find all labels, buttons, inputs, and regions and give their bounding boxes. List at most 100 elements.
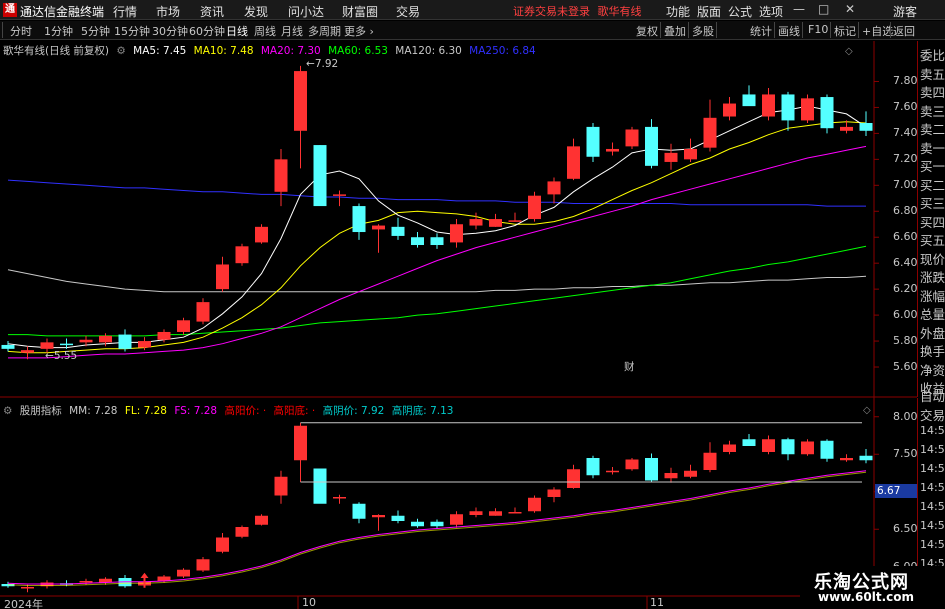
menu-options[interactable]: 选项	[759, 3, 783, 20]
app-logo-icon: 通	[3, 3, 17, 17]
sub-candle-up	[762, 439, 775, 452]
tool-multi-stock[interactable]: 多股	[692, 23, 714, 39]
menu-ask-xiaoda[interactable]: 问小达	[288, 3, 324, 20]
window-close-icon[interactable]: ✕	[845, 2, 855, 16]
sub-candle-down	[859, 455, 873, 461]
menu-formula[interactable]: 公式	[728, 3, 752, 20]
sub-candle-up	[469, 511, 483, 515]
sub-candle-up	[625, 459, 639, 470]
candle-up	[40, 342, 54, 349]
tool-adjust[interactable]: 复权	[636, 23, 658, 39]
candle-down	[645, 126, 658, 166]
menu-news[interactable]: 资讯	[200, 3, 224, 20]
sub-candle-up	[684, 470, 697, 477]
date-label-nov: 11	[650, 596, 664, 609]
candle-down	[586, 126, 600, 157]
sub-candle-down	[313, 468, 327, 504]
finance-marker[interactable]: 财	[624, 359, 635, 374]
candle-down	[781, 94, 795, 121]
login-warning[interactable]: 证券交易未登录 歌华有线	[513, 3, 642, 19]
sub-axis-tick-label: 7.50	[893, 447, 918, 461]
menu-discover[interactable]: 发现	[244, 3, 268, 20]
candle-up	[333, 194, 346, 196]
sub-candle-up	[547, 489, 561, 497]
sub-current-value-tag: 6.67	[875, 484, 917, 498]
trade-info-panel: 自动交易14:5614:5614:5614:5614:5614:5614:561…	[917, 389, 945, 589]
main-axis-tick-label: 7.40	[893, 126, 918, 140]
app-name: 通达信金融终端	[20, 5, 105, 19]
menu-wealth-circle[interactable]: 财富圈	[342, 3, 378, 20]
guest-user[interactable]: 游客	[893, 3, 917, 20]
candle-up	[294, 71, 307, 131]
candle-up	[21, 350, 34, 353]
quote-info-label: 卖一	[920, 140, 945, 156]
period-30min[interactable]: 30分钟	[152, 23, 188, 39]
period-timeshare[interactable]: 分时	[10, 23, 32, 39]
period-15min[interactable]: 15分钟	[114, 23, 150, 39]
sub-candle-up	[216, 537, 229, 552]
candle-up	[723, 103, 736, 117]
menu-function[interactable]: 功能	[666, 3, 690, 20]
low-price-annotation: ←5.55	[45, 350, 78, 362]
candle-up	[567, 146, 580, 179]
tool-mark[interactable]: 标记	[834, 23, 856, 39]
time-label: 14:56	[920, 443, 945, 456]
menu-market[interactable]: 市场	[156, 3, 180, 20]
sub-axis-tick-label: 6.50	[893, 522, 918, 536]
sub-candle-up	[567, 469, 580, 488]
sub-candle-up	[235, 527, 249, 537]
main-axis-tick-label: 7.60	[893, 100, 918, 114]
candle-up	[469, 219, 483, 226]
quote-info-label: 卖三	[920, 103, 945, 119]
quote-info-label: 总量	[920, 307, 945, 322]
auto-trade-label[interactable]: 自动	[920, 386, 945, 405]
diamond-icon[interactable]: ◇	[845, 46, 853, 57]
sub-candle-up	[703, 452, 717, 470]
sub-candle-up	[508, 512, 522, 514]
low-price-value: 5.55	[53, 350, 78, 362]
sub-candle-up	[723, 444, 736, 452]
tool-overlay[interactable]: 叠加	[664, 23, 686, 39]
time-label: 14:56	[920, 462, 945, 475]
period-60min[interactable]: 60分钟	[189, 23, 225, 39]
kline-chart[interactable]	[0, 41, 917, 609]
menu-trade[interactable]: 交易	[396, 3, 420, 20]
tool-stats[interactable]: 统计	[750, 23, 772, 39]
candle-down	[859, 123, 873, 131]
window-maximize-icon[interactable]: □	[818, 2, 829, 16]
quote-info-label: 换手	[920, 344, 945, 359]
quote-info-label: 买五	[920, 233, 945, 248]
sub-candle-up	[372, 515, 385, 518]
tool-add-watchlist[interactable]: +自选	[862, 23, 893, 39]
main-axis-tick-label: 5.80	[893, 334, 918, 348]
tool-f10[interactable]: F10	[808, 23, 828, 36]
period-more-label: 更多	[344, 25, 366, 38]
period-1min[interactable]: 1分钟	[44, 23, 73, 39]
period-monthly[interactable]: 月线	[281, 23, 303, 39]
sub-candle-down	[586, 458, 600, 476]
ma5-line	[7, 105, 867, 349]
period-5min[interactable]: 5分钟	[81, 23, 110, 39]
period-weekly[interactable]: 周线	[254, 23, 276, 39]
candle-down	[352, 206, 366, 233]
sub-diamond-icon[interactable]: ◇	[863, 405, 871, 416]
tool-back[interactable]: 返回	[893, 23, 915, 39]
menu-market-quotes[interactable]: 行情	[113, 3, 137, 20]
quote-info-label: 现价	[920, 251, 945, 267]
candle-up	[801, 98, 814, 121]
quote-info-label: 外盘	[920, 325, 945, 341]
window-minimize-icon[interactable]: —	[793, 2, 805, 16]
menu-layout[interactable]: 版面	[697, 3, 721, 20]
candle-down	[60, 343, 73, 346]
candle-up	[528, 195, 541, 220]
period-more[interactable]: 更多 ›	[344, 23, 374, 39]
period-daily[interactable]: 日线	[226, 23, 248, 39]
main-axis-tick-label: 5.60	[893, 360, 918, 374]
period-multi[interactable]: 多周期	[308, 23, 341, 39]
candle-up	[274, 159, 288, 192]
tool-draw-line[interactable]: 画线	[778, 23, 800, 39]
candle-down	[118, 334, 132, 349]
sub-candle-down	[430, 521, 444, 527]
auto-trade-label[interactable]: 交易	[920, 405, 945, 424]
quote-info-label: 涨幅	[920, 288, 945, 304]
